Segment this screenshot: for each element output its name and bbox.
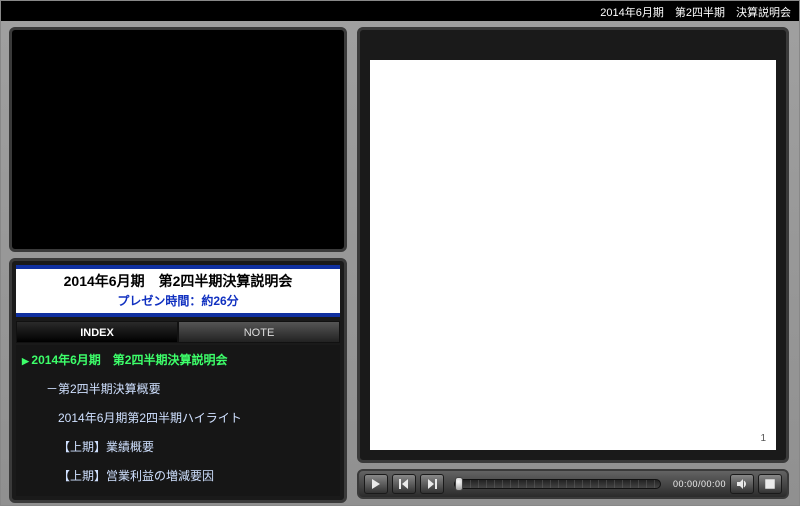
slide-content: 1 <box>370 60 776 450</box>
info-panel: 2014年6月期 第2四半期決算説明会 プレゼン時間：約26分 INDEX NO… <box>9 258 347 503</box>
list-item[interactable]: 【上期】業績概要 <box>16 432 340 461</box>
next-button[interactable] <box>420 474 444 494</box>
volume-icon <box>737 479 747 489</box>
time-display: 00:00/00:00 <box>671 479 726 489</box>
prev-icon <box>399 479 409 489</box>
seek-bar[interactable] <box>454 479 661 489</box>
index-list[interactable]: 2014年6月期 第2四半期決算説明会 －第2四半期決算概要 2014年6月期第… <box>16 345 340 496</box>
seek-ticks <box>455 480 660 488</box>
presentation-duration: プレゼン時間：約26分 <box>16 292 340 309</box>
tab-index[interactable]: INDEX <box>16 321 178 343</box>
list-item[interactable]: －第2四半期決算概要 <box>16 374 340 403</box>
list-item[interactable]: 2014年6月期第2四半期ハイライト <box>16 403 340 432</box>
presentation-title-band: 2014年6月期 第2四半期決算説明会 プレゼン時間：約26分 <box>16 265 340 317</box>
header-bar: 2014年6月期 第2四半期 決算説明会 <box>1 1 799 21</box>
player-controls: 00:00/00:00 <box>357 469 789 499</box>
video-player[interactable] <box>9 27 347 252</box>
prev-button[interactable] <box>392 474 416 494</box>
main-layout: 2014年6月期 第2四半期決算説明会 プレゼン時間：約26分 INDEX NO… <box>1 21 799 505</box>
right-column: 1 00:00/00:00 <box>353 21 799 505</box>
panel-tabs: INDEX NOTE <box>16 321 340 343</box>
tab-note[interactable]: NOTE <box>178 321 340 343</box>
play-icon <box>371 479 381 489</box>
play-button[interactable] <box>364 474 388 494</box>
left-column: 2014年6月期 第2四半期決算説明会 プレゼン時間：約26分 INDEX NO… <box>1 21 353 505</box>
slide-page-number: 1 <box>760 433 766 444</box>
list-item[interactable]: 【上期】営業利益の増減要因 <box>16 461 340 490</box>
fullscreen-icon <box>765 479 775 489</box>
list-item[interactable]: 2014年6月期 第2四半期決算説明会 <box>16 345 340 374</box>
presentation-title: 2014年6月期 第2四半期決算説明会 <box>16 271 340 291</box>
header-title: 2014年6月期 第2四半期 決算説明会 <box>600 7 791 19</box>
app-root: 2014年6月期 第2四半期 決算説明会 2014年6月期 第2四半期決算説明会… <box>0 0 800 506</box>
next-icon <box>427 479 437 489</box>
seek-knob[interactable] <box>455 477 463 491</box>
volume-button[interactable] <box>730 474 754 494</box>
fullscreen-button[interactable] <box>758 474 782 494</box>
slide-frame: 1 <box>357 27 789 463</box>
